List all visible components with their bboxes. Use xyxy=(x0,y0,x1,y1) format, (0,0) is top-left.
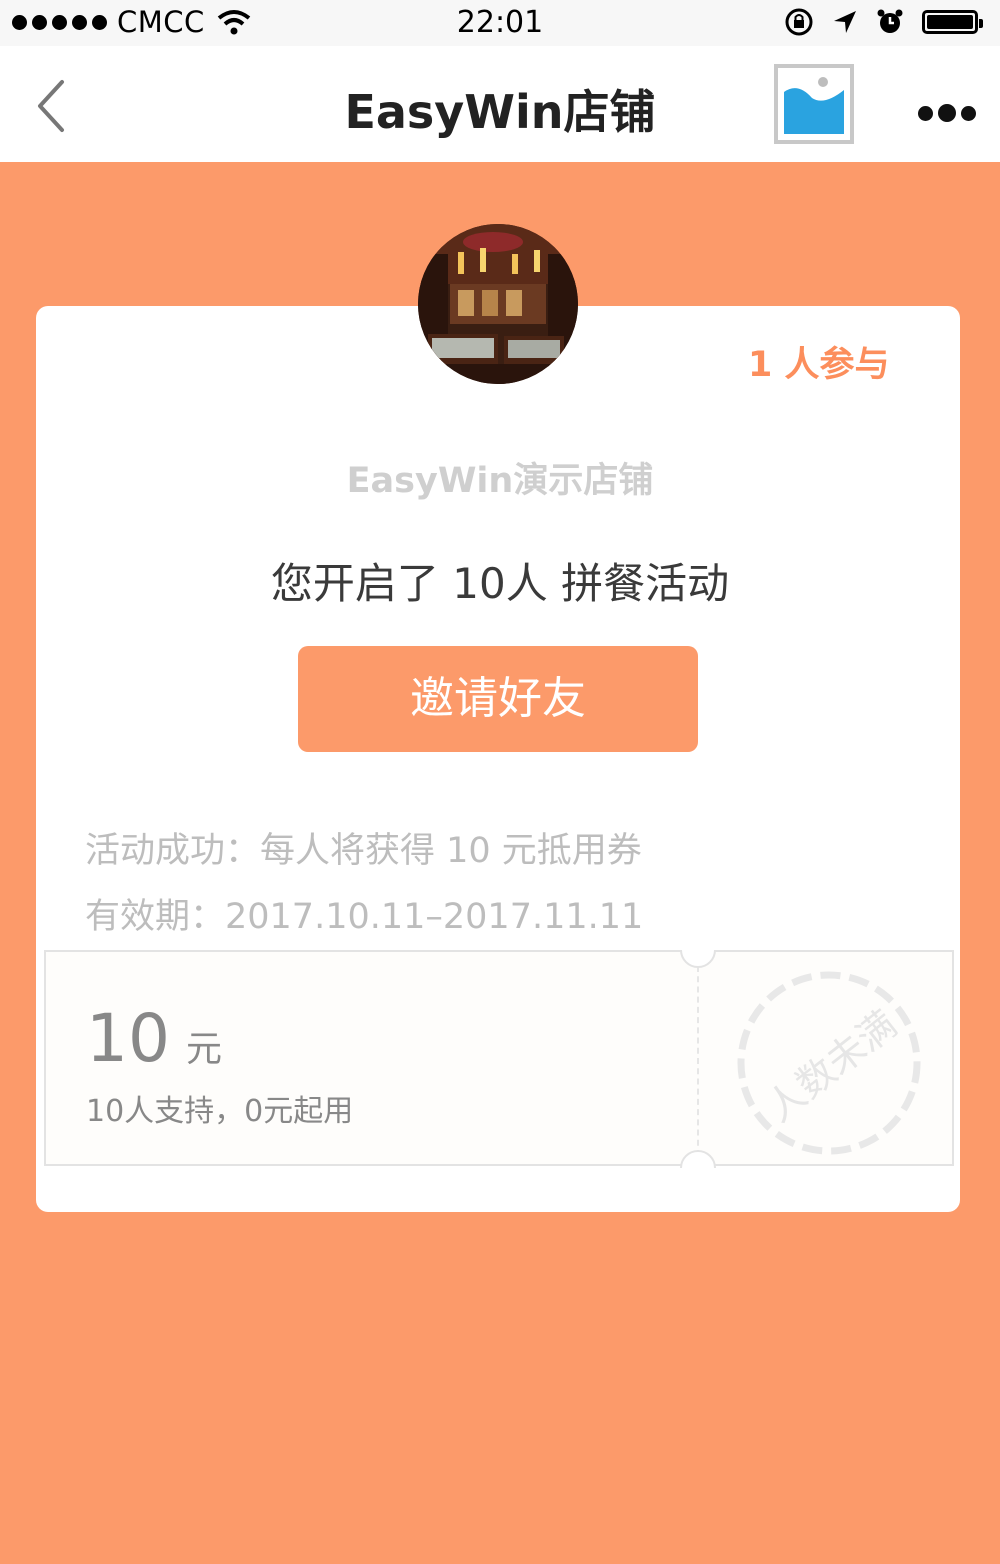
status-bar-right xyxy=(784,7,983,37)
coupon-amount: 10 元 xyxy=(86,1000,222,1077)
coupon-amount-unit: 元 xyxy=(185,1029,222,1070)
status-bar: CMCC 22:01 xyxy=(0,0,1000,46)
activity-status-text: 您开启了 10人 拼餐活动 xyxy=(270,559,730,608)
location-icon xyxy=(834,11,856,33)
shop-name: EasyWin演示店铺 xyxy=(346,461,654,501)
more-options-icon[interactable] xyxy=(918,104,976,122)
participant-count: 1 人参与 xyxy=(748,345,890,385)
nav-bar: EasyWin店铺 xyxy=(0,46,1000,162)
coupon-divider xyxy=(697,966,699,1156)
invite-friends-button[interactable]: 邀请好友 xyxy=(298,646,698,752)
not-full-stamp: 人数未满 xyxy=(737,971,921,1155)
stamp-text: 人数未满 xyxy=(758,1002,905,1130)
coupon: 10 元 10人支持，0元起用 人数未满 xyxy=(44,950,954,1168)
alarm-icon xyxy=(877,9,903,33)
rotation-lock-icon xyxy=(785,8,813,36)
shop-avatar xyxy=(418,224,578,384)
battery-icon xyxy=(922,10,983,34)
coupon-amount-value: 10 xyxy=(86,1000,170,1077)
coupon-description: 10人支持，0元起用 xyxy=(86,1094,354,1129)
success-reward-info: 活动成功：每人将获得 10 元抵用券 xyxy=(85,831,642,871)
image-placeholder-icon[interactable] xyxy=(774,64,854,144)
validity-period: 有效期：2017.10.11–2017.11.11 xyxy=(85,897,644,937)
